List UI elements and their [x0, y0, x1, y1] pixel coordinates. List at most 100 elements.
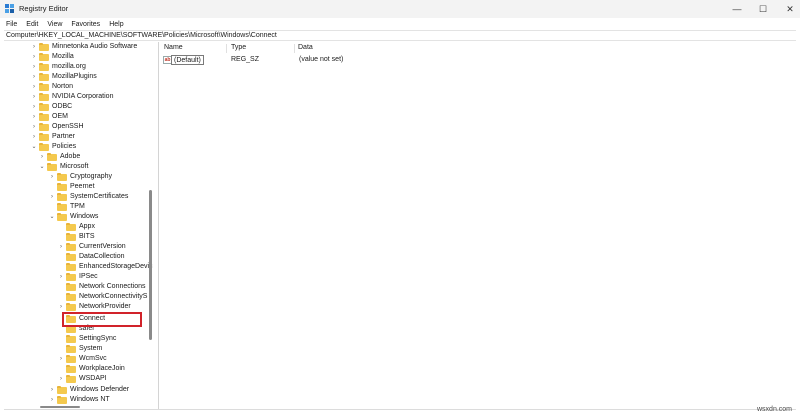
chevron-right-icon[interactable]: ›	[49, 395, 55, 405]
tree-item[interactable]: › Adobe	[4, 152, 144, 162]
chevron-down-icon[interactable]: ⌄	[31, 142, 37, 152]
folder-icon	[57, 396, 67, 404]
tree-item-label: Adobe	[60, 153, 81, 160]
tree-item[interactable]: › Norton	[4, 82, 144, 92]
tree-item[interactable]: Appx	[4, 222, 144, 232]
tree-item[interactable]: › WcmSvc	[4, 354, 144, 364]
pane-splitter[interactable]	[158, 42, 159, 409]
chevron-right-icon[interactable]: ›	[31, 122, 37, 132]
title-bar: Registry Editor — ☐ ✕	[0, 0, 800, 18]
tree-item-label: NetworkProvider	[79, 303, 131, 310]
menu-file[interactable]: File	[6, 21, 17, 28]
maximize-button[interactable]: ☐	[748, 0, 778, 18]
chevron-right-icon[interactable]: ›	[31, 82, 37, 92]
close-button[interactable]: ✕	[775, 0, 800, 18]
folder-icon	[39, 143, 49, 151]
tree-item-policies[interactable]: ⌄ Policies	[4, 142, 144, 152]
tree-item[interactable]: › NetworkProvider	[4, 302, 144, 312]
key-tree-pane[interactable]: › Minnetonka Audio Software › Mozilla › …	[4, 42, 156, 409]
tree-item[interactable]: › ODBC	[4, 102, 144, 112]
tree-horizontal-scrollbar[interactable]	[40, 406, 80, 408]
tree-item[interactable]: › Cryptography	[4, 172, 144, 182]
tree-item[interactable]: › MozillaPlugins	[4, 72, 144, 82]
chevron-right-icon[interactable]: ›	[31, 72, 37, 82]
tree-item[interactable]: › WSDAPI	[4, 374, 144, 384]
chevron-down-icon[interactable]: ⌄	[39, 162, 45, 172]
chevron-right-icon[interactable]: ›	[49, 172, 55, 182]
menu-view[interactable]: View	[47, 21, 62, 28]
chevron-right-icon[interactable]: ›	[58, 374, 64, 384]
chevron-right-icon[interactable]: ›	[31, 132, 37, 142]
chevron-right-icon[interactable]: ›	[58, 272, 64, 282]
folder-icon	[57, 213, 67, 221]
address-bar[interactable]: Computer\HKEY_LOCAL_MACHINE\SOFTWARE\Pol…	[4, 30, 796, 41]
tree-item[interactable]: EnhancedStorageDevic	[4, 262, 153, 272]
tree-item[interactable]: Network Connections	[4, 282, 146, 292]
column-divider[interactable]	[294, 44, 295, 53]
column-header-data[interactable]: Data	[298, 44, 313, 51]
column-divider[interactable]	[226, 44, 227, 53]
tree-item[interactable]: System	[4, 344, 144, 354]
tree-item[interactable]: SettingSync	[4, 334, 144, 344]
column-header-type[interactable]: Type	[231, 44, 246, 51]
chevron-right-icon[interactable]: ›	[31, 102, 37, 112]
folder-icon	[66, 233, 76, 241]
folder-icon	[66, 345, 76, 353]
folder-icon	[39, 73, 49, 81]
chevron-down-icon[interactable]: ⌄	[49, 212, 55, 222]
tree-item[interactable]: DataCollection	[4, 252, 144, 262]
tree-item[interactable]: WorkplaceJoin	[4, 364, 144, 374]
folder-icon	[66, 365, 76, 373]
menu-edit[interactable]: Edit	[26, 21, 38, 28]
tree-item[interactable]: › mozilla.org	[4, 62, 144, 72]
tree-item[interactable]: › Windows NT	[4, 395, 144, 405]
tree-item[interactable]: › OEM	[4, 112, 144, 122]
tree-item[interactable]: NetworkConnectivityS	[4, 292, 147, 302]
tree-item[interactable]: › NVIDIA Corporation	[4, 92, 144, 102]
chevron-right-icon[interactable]: ›	[31, 92, 37, 102]
tree-item[interactable]: BITS	[4, 232, 144, 242]
chevron-right-icon[interactable]: ›	[31, 62, 37, 72]
tree-item[interactable]: › Minnetonka Audio Software	[4, 42, 144, 52]
tree-item[interactable]: › IPSec	[4, 272, 144, 282]
tree-item[interactable]: › SystemCertificates	[4, 192, 144, 202]
tree-vertical-scrollbar[interactable]	[149, 190, 152, 340]
tree-item[interactable]: › Partner	[4, 132, 144, 142]
column-header-name[interactable]: Name	[164, 44, 183, 51]
menu-favorites[interactable]: Favorites	[71, 21, 100, 28]
chevron-right-icon[interactable]: ›	[39, 152, 45, 162]
tree-item-windows[interactable]: ⌄ Windows	[4, 212, 144, 222]
menu-bar: File Edit View Favorites Help	[0, 18, 800, 30]
tree-expander	[58, 232, 64, 242]
tree-expander	[58, 292, 64, 302]
table-row[interactable]: ab (Default) REG_SZ (value not set)	[162, 55, 412, 66]
tree-item[interactable]: › OpenSSH	[4, 122, 144, 132]
tree-item[interactable]: Peernet	[4, 182, 144, 192]
tree-item[interactable]: › Windows Defender	[4, 385, 144, 395]
value-name[interactable]: (Default)	[171, 55, 204, 65]
chevron-right-icon[interactable]: ›	[58, 242, 64, 252]
tree-item-label: Peernet	[70, 183, 95, 190]
tree-item-label: Network Connections	[79, 283, 146, 290]
folder-icon	[66, 325, 76, 333]
chevron-right-icon[interactable]: ›	[58, 302, 64, 312]
chevron-right-icon[interactable]: ›	[49, 385, 55, 395]
values-pane[interactable]: Name Type Data ab (Default) REG_SZ (valu…	[160, 42, 796, 409]
address-path[interactable]: Computer\HKEY_LOCAL_MACHINE\SOFTWARE\Pol…	[6, 32, 277, 39]
tree-item-microsoft[interactable]: ⌄ Microsoft	[4, 162, 144, 172]
tree-expander	[58, 252, 64, 262]
folder-icon	[66, 355, 76, 363]
registry-editor-icon	[5, 4, 14, 13]
chevron-right-icon[interactable]: ›	[31, 42, 37, 52]
tree-item[interactable]: TPM	[4, 202, 144, 212]
menu-help[interactable]: Help	[109, 21, 123, 28]
connect-highlight-box	[62, 312, 142, 327]
chevron-right-icon[interactable]: ›	[58, 354, 64, 364]
tree-item[interactable]: › Mozilla	[4, 52, 144, 62]
chevron-right-icon[interactable]: ›	[31, 112, 37, 122]
tree-item[interactable]: › CurrentVersion	[4, 242, 144, 252]
folder-icon	[66, 335, 76, 343]
chevron-right-icon[interactable]: ›	[49, 192, 55, 202]
chevron-right-icon[interactable]: ›	[31, 52, 37, 62]
folder-icon	[39, 53, 49, 61]
